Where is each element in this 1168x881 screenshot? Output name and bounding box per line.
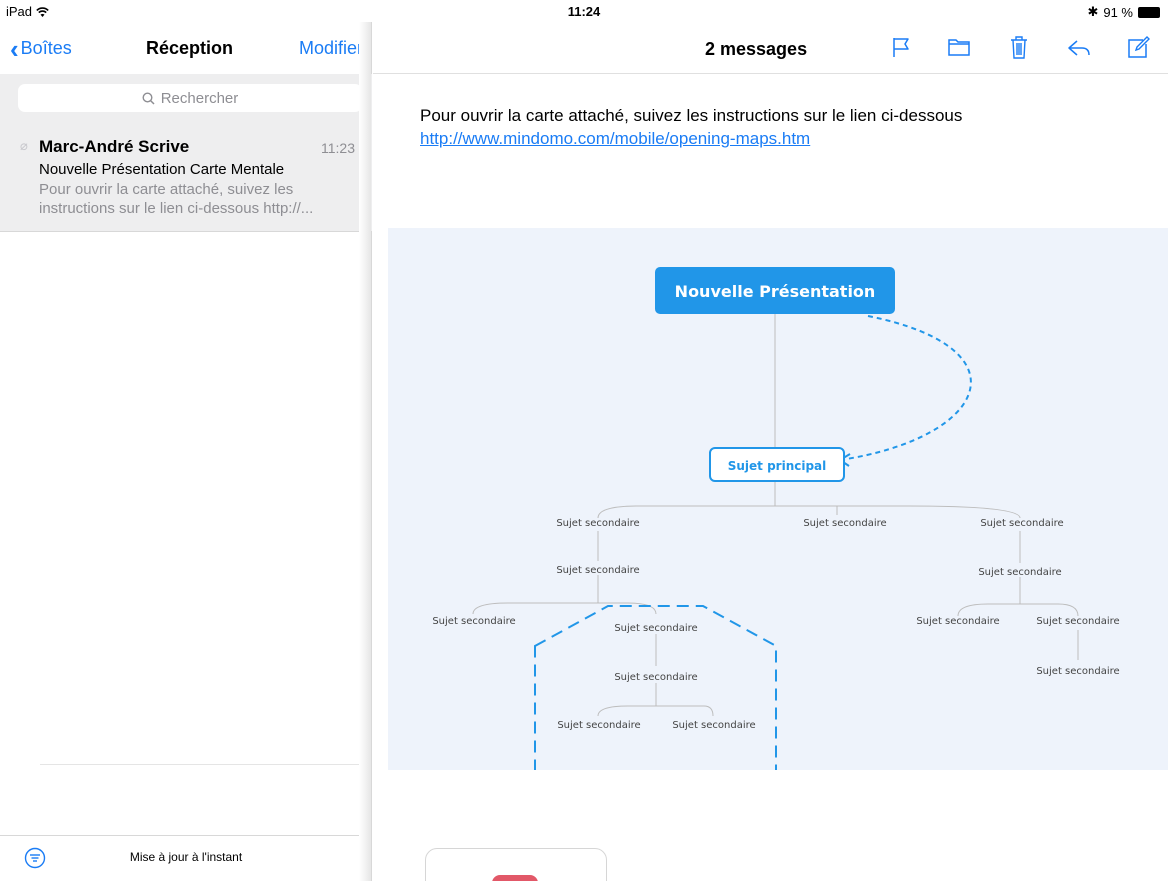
flag-icon[interactable] bbox=[888, 34, 914, 60]
status-time: 11:24 bbox=[567, 4, 601, 19]
map-main-label: Sujet principal bbox=[728, 459, 827, 473]
compose-icon[interactable] bbox=[1125, 34, 1151, 60]
map-secondary-label: Sujet secondaire bbox=[557, 720, 640, 731]
mind-map-image: Nouvelle Présentation Sujet principal Su… bbox=[388, 228, 1168, 772]
search-icon bbox=[142, 91, 155, 105]
attachment-card[interactable] bbox=[425, 848, 607, 881]
mail-preview-line-1: Pour ouvrir la carte attaché, suivez les bbox=[39, 181, 294, 198]
status-bar: iPad 11:24 ✱ 91 % bbox=[0, 0, 1168, 22]
attachment-icon: ⌀ bbox=[20, 138, 28, 153]
mail-list-item[interactable]: ⌀ Marc-André Scrive 11:23 Nouvelle Prése… bbox=[0, 126, 372, 232]
search-input[interactable]: Rechercher bbox=[18, 84, 362, 112]
mind-map-diagram: Nouvelle Présentation Sujet principal Su… bbox=[432, 267, 1120, 772]
map-root-label: Nouvelle Présentation bbox=[675, 282, 876, 301]
map-secondary-label: Sujet secondaire bbox=[614, 623, 697, 634]
chevron-left-icon: ‹ bbox=[10, 33, 19, 64]
back-button[interactable]: ‹ Boîtes bbox=[10, 33, 72, 64]
mailbox-pane: ‹ Boîtes Réception Modifier Rechercher ⌀… bbox=[0, 22, 372, 881]
map-secondary-label: Sujet secondaire bbox=[803, 518, 886, 529]
reply-icon[interactable] bbox=[1066, 34, 1092, 60]
trash-icon[interactable] bbox=[1006, 34, 1032, 60]
search-bar: Rechercher bbox=[0, 74, 372, 126]
message-body: Pour ouvrir la carte attaché, suivez les… bbox=[420, 106, 963, 125]
left-navigation-bar: ‹ Boîtes Réception Modifier bbox=[0, 22, 372, 74]
edit-button[interactable]: Modifier bbox=[299, 38, 363, 59]
divider bbox=[40, 764, 360, 765]
battery-icon bbox=[1138, 6, 1160, 18]
message-toolbar: 2 messages bbox=[373, 22, 1168, 74]
bluetooth-icon: ✱ bbox=[1087, 4, 1099, 19]
message-pane: 2 messages Pour ouvrir la carte attaché,… bbox=[373, 22, 1168, 881]
mail-preview: Pour ouvrir la carte attaché, suivez les… bbox=[39, 180, 349, 218]
attachment-thumbnail bbox=[492, 875, 538, 881]
back-button-label: Boîtes bbox=[20, 38, 72, 58]
mailbox-title: Réception bbox=[146, 38, 234, 58]
map-secondary-label: Sujet secondaire bbox=[432, 616, 515, 627]
message-link[interactable]: http://www.mindomo.com/mobile/opening-ma… bbox=[420, 129, 810, 149]
mail-sender: Marc-André Scrive bbox=[39, 137, 190, 156]
update-status: Mise à jour à l'instant bbox=[129, 850, 243, 864]
mail-time: 11:23 bbox=[321, 140, 355, 156]
map-secondary-label: Sujet secondaire bbox=[672, 720, 755, 731]
map-secondary-label: Sujet secondaire bbox=[1036, 616, 1119, 627]
map-secondary-label: Sujet secondaire bbox=[1036, 666, 1119, 677]
mail-preview-line-2: instructions sur le lien ci-dessous http… bbox=[39, 200, 314, 217]
map-secondary-label: Sujet secondaire bbox=[980, 518, 1063, 529]
folder-icon[interactable] bbox=[946, 34, 972, 60]
message-count: 2 messages bbox=[705, 39, 808, 59]
map-secondary-label: Sujet secondaire bbox=[614, 672, 697, 683]
left-toolbar: Mise à jour à l'instant bbox=[0, 835, 372, 881]
map-secondary-label: Sujet secondaire bbox=[556, 518, 639, 529]
battery-percent: 91 % bbox=[1103, 4, 1133, 20]
search-placeholder: Rechercher bbox=[160, 89, 239, 107]
mail-subject: Nouvelle Présentation Carte Mentale bbox=[39, 161, 285, 178]
pane-shadow bbox=[359, 22, 371, 881]
map-secondary-label: Sujet secondaire bbox=[556, 565, 639, 576]
map-secondary-label: Sujet secondaire bbox=[916, 616, 999, 627]
map-secondary-label: Sujet secondaire bbox=[978, 567, 1061, 578]
